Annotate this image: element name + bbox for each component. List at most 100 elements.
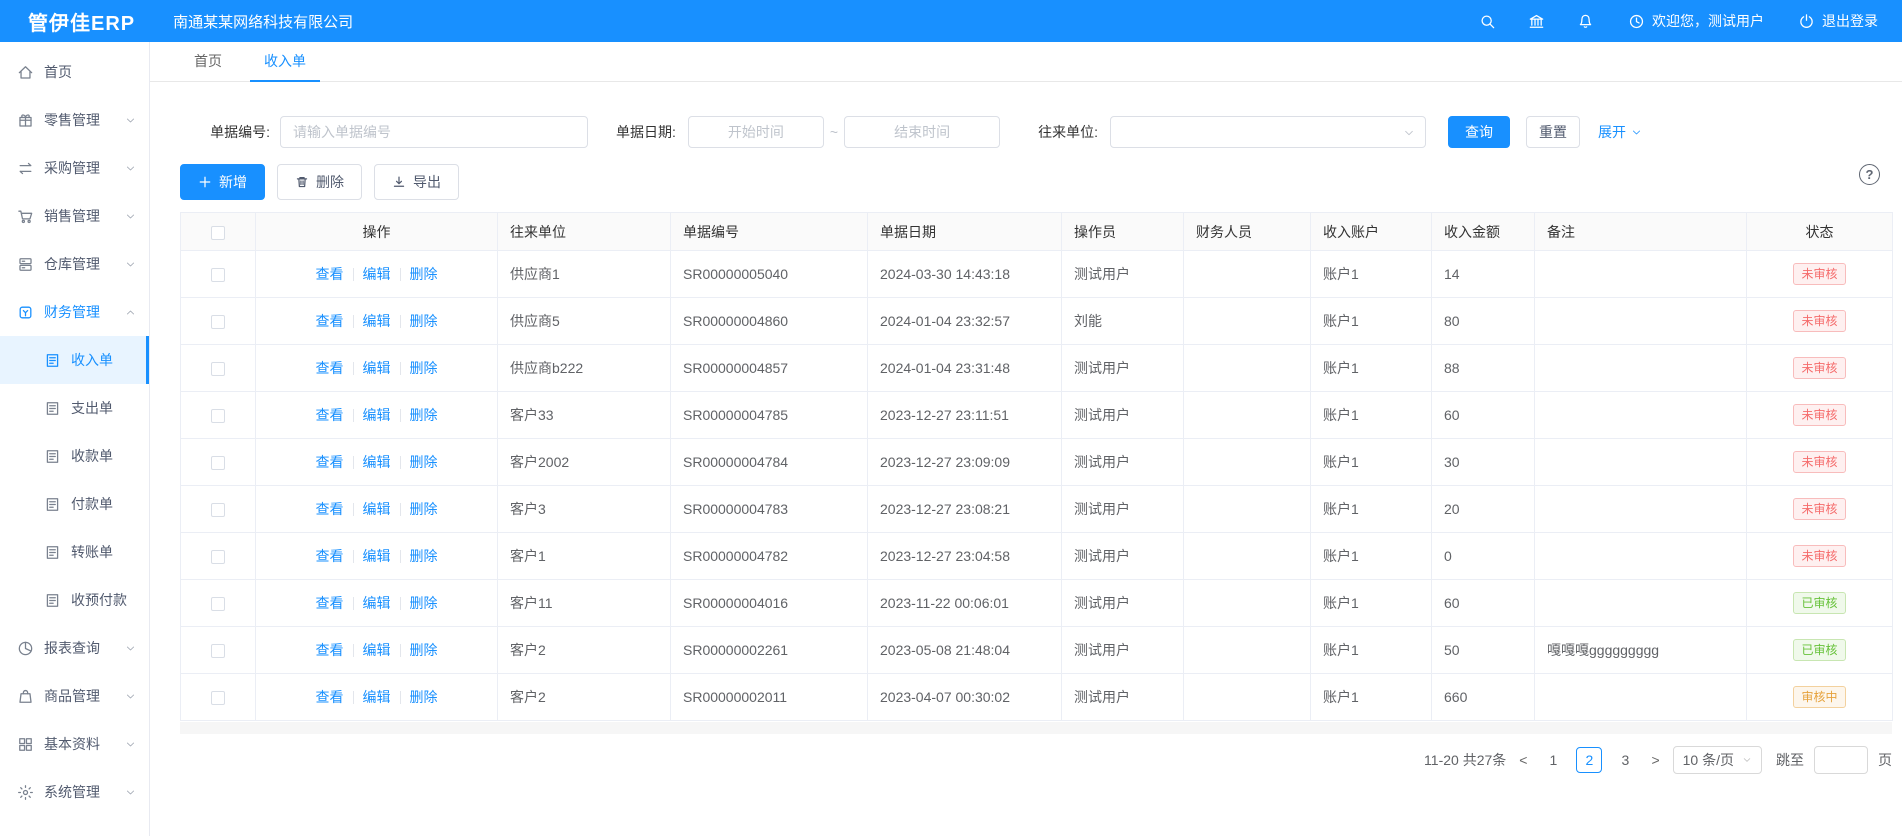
row-checkbox[interactable] (211, 409, 225, 423)
view-link[interactable]: 查看 (316, 689, 344, 705)
delete-button[interactable]: 删除 (277, 164, 362, 200)
delete-link[interactable]: 删除 (410, 407, 438, 423)
action-separator (353, 644, 354, 657)
row-checkbox[interactable] (211, 644, 225, 658)
sidebar-item-transfer[interactable]: 转账单 (0, 528, 149, 576)
row-checkbox[interactable] (211, 503, 225, 517)
sidebar-item-finance[interactable]: 财务管理 (0, 288, 149, 336)
export-button[interactable]: 导出 (374, 164, 459, 200)
delete-link[interactable]: 删除 (410, 454, 438, 470)
status-badge: 未审核 (1793, 310, 1845, 332)
view-link[interactable]: 查看 (316, 595, 344, 611)
status-badge: 未审核 (1793, 451, 1845, 473)
edit-link[interactable]: 编辑 (363, 266, 391, 282)
partner-select[interactable] (1110, 116, 1426, 148)
help-icon[interactable]: ? (1859, 164, 1880, 185)
code-input[interactable] (280, 116, 588, 148)
select-all-checkbox[interactable] (211, 226, 225, 240)
table-scrollbar[interactable] (180, 722, 1892, 734)
col-amount: 收入金额 (1432, 213, 1535, 251)
sidebar-item-goods[interactable]: 商品管理 (0, 672, 149, 720)
delete-link[interactable]: 删除 (410, 266, 438, 282)
jump-input[interactable] (1814, 746, 1868, 774)
add-button[interactable]: 新增 (180, 164, 265, 200)
cell-account: 账户1 (1311, 298, 1432, 345)
bank-icon[interactable] (1528, 13, 1545, 30)
view-link[interactable]: 查看 (316, 407, 344, 423)
row-checkbox[interactable] (211, 315, 225, 329)
sidebar-item-purchase[interactable]: 采购管理 (0, 144, 149, 192)
row-checkbox[interactable] (211, 550, 225, 564)
next-page-button[interactable]: > (1648, 752, 1662, 768)
view-link[interactable]: 查看 (316, 548, 344, 564)
sidebar-item-reports[interactable]: 报表查询 (0, 624, 149, 672)
delete-link[interactable]: 删除 (410, 313, 438, 329)
edit-link[interactable]: 编辑 (363, 689, 391, 705)
sidebar-item-income[interactable]: 收入单 (0, 336, 149, 384)
edit-link[interactable]: 编辑 (363, 454, 391, 470)
edit-link[interactable]: 编辑 (363, 360, 391, 376)
table-row: 查看编辑删除客户2002SR000000047842023-12-27 23:0… (181, 439, 1893, 486)
cell-partner: 客户2 (498, 674, 671, 721)
view-link[interactable]: 查看 (316, 313, 344, 329)
welcome-user[interactable]: 欢迎您，测试用户 (1628, 11, 1764, 31)
date-end-placeholder: 结束时间 (894, 122, 950, 142)
page-button-3[interactable]: 3 (1612, 747, 1638, 773)
cell-code: SR00000005040 (671, 251, 868, 298)
plus-icon (198, 175, 212, 189)
date-start-input[interactable]: 开始时间 (688, 116, 824, 148)
sidebar-item-system[interactable]: 系统管理 (0, 768, 149, 816)
view-link[interactable]: 查看 (316, 642, 344, 658)
tab-income[interactable]: 收入单 (250, 42, 320, 81)
chevron-up-icon (125, 307, 136, 318)
page-button-1[interactable]: 1 (1540, 747, 1566, 773)
reset-button[interactable]: 重置 (1526, 116, 1580, 148)
view-link[interactable]: 查看 (316, 266, 344, 282)
cell-finance (1184, 486, 1311, 533)
page-button-2[interactable]: 2 (1576, 747, 1602, 773)
sidebar-item-label: 收预付款 (71, 590, 127, 610)
sidebar-item-warehouse[interactable]: 仓库管理 (0, 240, 149, 288)
sidebar-item-home[interactable]: 首页 (0, 48, 149, 96)
sidebar-item-sales[interactable]: 销售管理 (0, 192, 149, 240)
cell-amount: 30 (1432, 439, 1535, 486)
delete-link[interactable]: 删除 (410, 360, 438, 376)
row-checkbox[interactable] (211, 691, 225, 705)
delete-link[interactable]: 删除 (410, 548, 438, 564)
row-checkbox[interactable] (211, 268, 225, 282)
search-button[interactable]: 查询 (1448, 116, 1510, 148)
delete-link[interactable]: 删除 (410, 642, 438, 658)
delete-link[interactable]: 删除 (410, 501, 438, 517)
delete-link[interactable]: 删除 (410, 595, 438, 611)
view-link[interactable]: 查看 (316, 454, 344, 470)
logout-button[interactable]: 退出登录 (1798, 11, 1878, 31)
view-link[interactable]: 查看 (316, 360, 344, 376)
bell-icon[interactable] (1577, 13, 1594, 30)
edit-link[interactable]: 编辑 (363, 642, 391, 658)
edit-link[interactable]: 编辑 (363, 548, 391, 564)
sidebar-item-retail[interactable]: 零售管理 (0, 96, 149, 144)
action-separator (353, 503, 354, 516)
date-end-input[interactable]: 结束时间 (844, 116, 1000, 148)
sidebar-item-payment[interactable]: 付款单 (0, 480, 149, 528)
income-table: 操作往来单位单据编号单据日期操作员财务人员收入账户收入金额备注状态查看编辑删除供… (180, 212, 1893, 721)
edit-link[interactable]: 编辑 (363, 501, 391, 517)
edit-link[interactable]: 编辑 (363, 595, 391, 611)
cell-status: 未审核 (1747, 251, 1893, 298)
sidebar-item-basic-data[interactable]: 基本资料 (0, 720, 149, 768)
expand-link[interactable]: 展开 (1598, 122, 1642, 142)
edit-link[interactable]: 编辑 (363, 407, 391, 423)
sidebar-item-receipt[interactable]: 收款单 (0, 432, 149, 480)
sidebar-item-expense[interactable]: 支出单 (0, 384, 149, 432)
page-size-select[interactable]: 10 条/页 (1673, 746, 1762, 774)
prev-page-button[interactable]: < (1516, 752, 1530, 768)
row-checkbox[interactable] (211, 597, 225, 611)
tab-home[interactable]: 首页 (180, 42, 236, 81)
view-link[interactable]: 查看 (316, 501, 344, 517)
sidebar-item-prepaid[interactable]: 收预付款 (0, 576, 149, 624)
edit-link[interactable]: 编辑 (363, 313, 391, 329)
row-checkbox[interactable] (211, 456, 225, 470)
search-icon[interactable] (1479, 13, 1496, 30)
delete-link[interactable]: 删除 (410, 689, 438, 705)
row-checkbox[interactable] (211, 362, 225, 376)
